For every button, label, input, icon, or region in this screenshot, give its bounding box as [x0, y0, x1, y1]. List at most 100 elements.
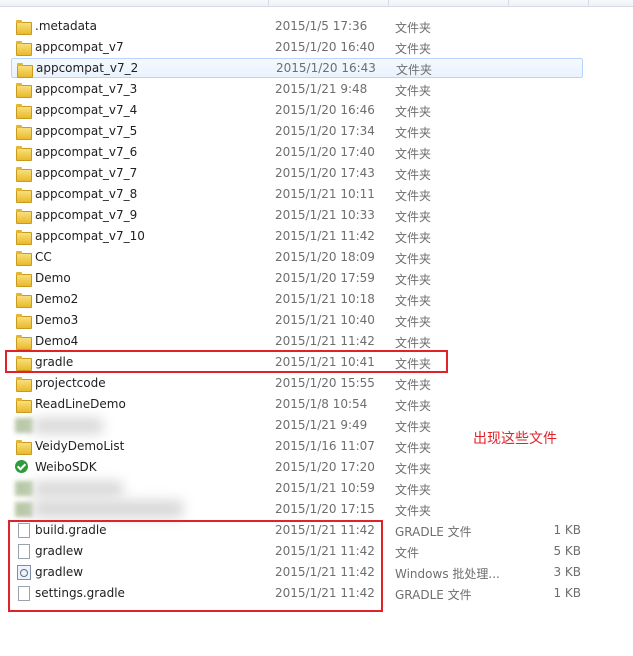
folder-icon [15, 271, 32, 287]
date-modified: 2015/1/8 10:54 [275, 397, 368, 411]
folder-row[interactable]: appcompat_v7_9 2015/1/21 10:33 文件夹 [0, 205, 633, 226]
folder-row[interactable]: Demo3 2015/1/21 10:40 文件夹 [0, 310, 633, 331]
date-modified: 2015/1/20 15:55 [275, 376, 375, 390]
date-modified: 2015/1/20 17:43 [275, 166, 375, 180]
file-size: 1 KB [553, 523, 581, 537]
file-type: 文件夹 [395, 315, 432, 329]
column-divider[interactable] [388, 0, 389, 6]
file-type: 文件夹 [395, 378, 432, 392]
folder-icon [15, 82, 32, 98]
folder-icon [15, 376, 32, 392]
blur-icon [15, 418, 31, 432]
folder-row[interactable]: projectcode 2015/1/20 15:55 文件夹 [0, 373, 633, 394]
date-modified: 2015/1/21 10:33 [275, 208, 375, 222]
folder-row[interactable]: appcompat_v7_10 2015/1/21 11:42 文件夹 [0, 226, 633, 247]
folder-row[interactable]: Demo4 2015/1/21 11:42 文件夹 [0, 331, 633, 352]
folder-row[interactable]: appcompat_v7_8 2015/1/21 10:11 文件夹 [0, 184, 633, 205]
date-modified: 2015/1/21 10:59 [275, 481, 375, 495]
file-name: appcompat_v7_2 [36, 61, 139, 75]
folder-row[interactable]: appcompat_v7_3 2015/1/21 9:48 文件夹 [0, 79, 633, 100]
folder-row[interactable]: appcompat_v7_2 2015/1/20 16:43 文件夹 [11, 58, 583, 78]
folder-icon [15, 187, 32, 203]
folder-icon [15, 397, 32, 413]
file-type: 文件夹 [395, 504, 432, 518]
folder-row[interactable]: ReadLineDemo 2015/1/8 10:54 文件夹 [0, 394, 633, 415]
file-type: 文件夹 [395, 483, 432, 497]
file-type: 文件夹 [395, 168, 432, 182]
folder-row[interactable]: Demo2 2015/1/21 10:18 文件夹 [0, 289, 633, 310]
folder-icon [15, 166, 32, 182]
check-icon [15, 460, 31, 474]
file-type: 文件夹 [395, 210, 432, 224]
file-type: GRADLE 文件 [395, 588, 472, 602]
date-modified: 2015/1/21 10:18 [275, 292, 375, 306]
folder-row[interactable]: appcompat_v7_7 2015/1/20 17:43 文件夹 [0, 163, 633, 184]
folder-icon [15, 208, 32, 224]
file-type: 文件夹 [395, 462, 432, 476]
folder-row[interactable]: CC 2015/1/20 18:09 文件夹 [0, 247, 633, 268]
file-type: 文件夹 [395, 147, 432, 161]
folder-row[interactable]: .metadata 2015/1/5 17:36 文件夹 [0, 16, 633, 37]
file-name: WeiboSDK [35, 460, 97, 474]
folder-row[interactable]: appcompat_v7_5 2015/1/20 17:34 文件夹 [0, 121, 633, 142]
file-name: appcompat_v7_6 [35, 145, 138, 159]
highlight-box-gradle [5, 350, 448, 373]
date-modified: 2015/1/20 16:43 [276, 61, 376, 75]
folder-icon [15, 250, 32, 266]
file-name: appcompat_v7 [35, 40, 124, 54]
file-type: 文件夹 [395, 105, 432, 119]
file-name: appcompat_v7_9 [35, 208, 138, 222]
folder-icon [15, 313, 32, 329]
highlight-box-files [8, 520, 383, 612]
date-modified: 2015/1/20 18:09 [275, 250, 375, 264]
file-type: 文件夹 [395, 273, 432, 287]
folder-row[interactable]: appcompat_v7_4 2015/1/20 16:46 文件夹 [0, 100, 633, 121]
file-name: ReadLineDemo [35, 397, 126, 411]
column-divider[interactable] [508, 0, 509, 6]
date-modified: 2015/1/21 11:42 [275, 334, 375, 348]
file-type: 文件夹 [395, 189, 432, 203]
file-name: Demo4 [35, 334, 79, 348]
file-name: CC [35, 250, 52, 264]
file-type: 文件夹 [395, 441, 432, 455]
blurred-name [33, 500, 183, 518]
file-type: 文件夹 [395, 336, 432, 350]
file-name: appcompat_v7_5 [35, 124, 138, 138]
folder-row[interactable]: appcompat_v7_6 2015/1/20 17:40 文件夹 [0, 142, 633, 163]
blur-icon [15, 502, 31, 516]
folder-row[interactable]: WeiboSDK 2015/1/20 17:20 文件夹 [0, 457, 633, 478]
file-name: appcompat_v7_3 [35, 82, 138, 96]
file-name: projectcode [35, 376, 106, 390]
file-name: .metadata [35, 19, 97, 33]
date-modified: 2015/1/20 17:59 [275, 271, 375, 285]
file-type: 文件夹 [395, 252, 432, 266]
file-type: 文件夹 [395, 231, 432, 245]
file-name: appcompat_v7_8 [35, 187, 138, 201]
file-type: 文件夹 [396, 63, 433, 77]
folder-row[interactable]: appcompat_v7 2015/1/20 16:40 文件夹 [0, 37, 633, 58]
file-type: 文件夹 [395, 294, 432, 308]
file-name: VeidyDemoList [35, 439, 125, 453]
blurred-name [33, 418, 103, 434]
folder-icon [15, 292, 32, 308]
date-modified: 2015/1/21 10:40 [275, 313, 375, 327]
date-modified: 2015/1/21 10:11 [275, 187, 375, 201]
date-modified: 2015/1/20 17:20 [275, 460, 375, 474]
date-modified: 2015/1/21 11:42 [275, 229, 375, 243]
file-type: 文件夹 [395, 420, 432, 434]
file-name: appcompat_v7_4 [35, 103, 138, 117]
date-modified: 2015/1/5 17:36 [275, 19, 368, 33]
date-modified: 2015/1/20 17:15 [275, 502, 375, 516]
file-type: Windows 批处理... [395, 567, 500, 581]
date-modified: 2015/1/20 16:40 [275, 40, 375, 54]
file-type: 文件夹 [395, 84, 432, 98]
file-type: 文件夹 [395, 126, 432, 140]
file-name: Demo [35, 271, 71, 285]
folder-icon [15, 145, 32, 161]
column-divider[interactable] [588, 0, 589, 6]
column-divider[interactable] [268, 0, 269, 6]
folder-row[interactable]: Demo 2015/1/20 17:59 文件夹 [0, 268, 633, 289]
file-size: 5 KB [553, 544, 581, 558]
folder-icon [15, 439, 32, 455]
column-header-bar[interactable] [0, 0, 633, 7]
